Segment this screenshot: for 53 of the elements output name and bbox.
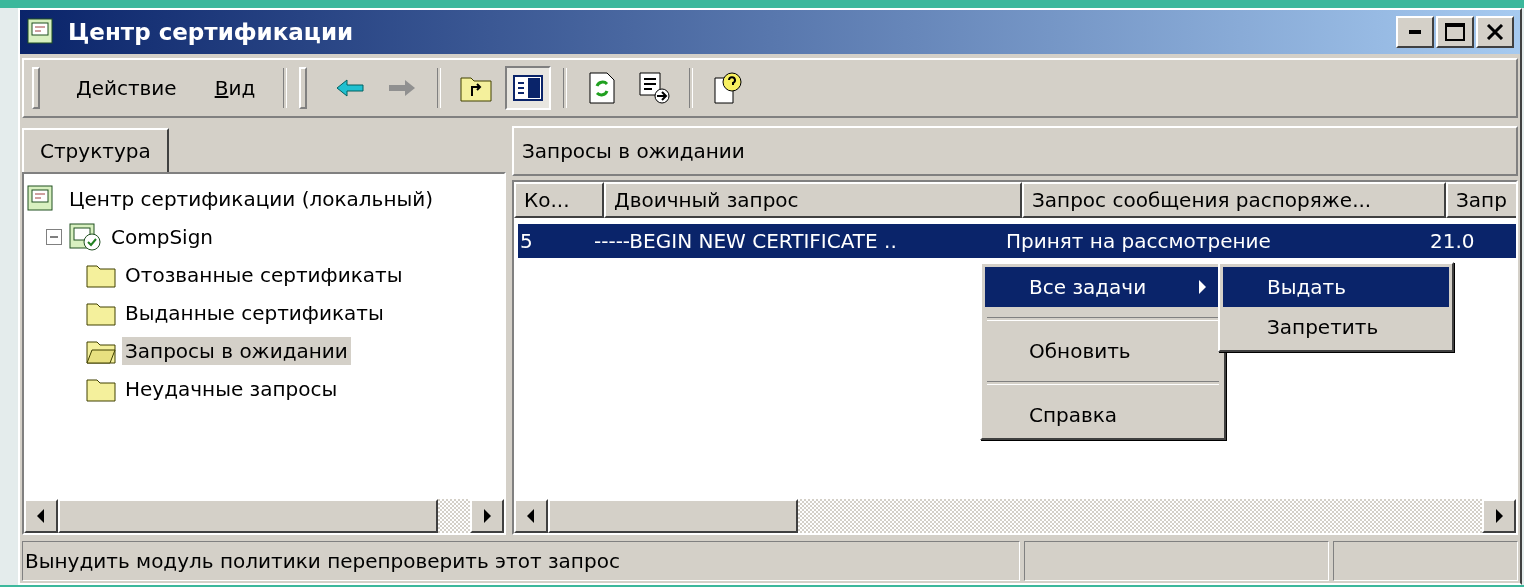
menu-item[interactable]: Действие [60, 72, 193, 104]
toolbar-grip[interactable] [299, 67, 308, 109]
table-cell: 21.0 [1416, 224, 1516, 258]
status-text: Вынудить модуль политики перепроверить этот запрос [25, 549, 620, 573]
minimize-icon [1409, 30, 1421, 34]
menu-item[interactable]: Вид [198, 72, 272, 104]
tree-item[interactable]: Отозванные сертификаты [122, 261, 406, 289]
scroll-left-icon [526, 509, 536, 523]
open-folder-icon [86, 338, 116, 364]
menu-item[interactable]: Запретить [1223, 307, 1449, 347]
pane-toggle-icon [513, 75, 544, 101]
column-header[interactable]: Запрос сообщения распоряже... [1022, 182, 1446, 218]
column-header[interactable]: Ко... [514, 182, 604, 218]
close-button[interactable] [1476, 16, 1514, 48]
tree-item[interactable]: Запросы в ожидании [122, 337, 351, 365]
refresh-icon [588, 72, 617, 104]
menu-item[interactable]: Обновить [985, 331, 1221, 371]
tree-item[interactable]: Выданные сертификаты [122, 299, 387, 327]
tab[interactable]: Структура [22, 128, 169, 174]
export-list-icon [638, 72, 671, 104]
scroll-right-icon [482, 509, 492, 523]
menu-item[interactable]: Выдать [1223, 267, 1449, 307]
toolbar-button[interactable] [505, 66, 552, 110]
table-cell: -----BEGIN NEW CERTIFICATE .. [574, 224, 992, 258]
folder-icon [86, 262, 116, 288]
tree-item[interactable]: CompSign [108, 223, 216, 251]
submenu-arrow-icon [1197, 280, 1207, 294]
window-title: Центр сертификации [68, 19, 354, 45]
close-icon [1486, 24, 1504, 40]
maximize-button[interactable] [1436, 16, 1474, 48]
help-icon [713, 72, 744, 104]
pane-title: Запросы в ожидании [522, 139, 745, 163]
column-header[interactable]: Запр [1446, 182, 1516, 218]
tree-item[interactable]: Центр сертификации (локальный) [66, 185, 437, 213]
menu-item[interactable]: Все задачи [985, 267, 1221, 307]
maximize-icon [1445, 23, 1465, 41]
minimize-button[interactable] [1396, 16, 1434, 48]
server-check-icon [68, 222, 102, 252]
collapse-icon[interactable] [46, 229, 62, 245]
toolbar-grip[interactable] [32, 67, 40, 109]
up-folder-icon [460, 74, 493, 102]
scroll-left-icon [36, 509, 46, 523]
horizontal-scrollbar[interactable] [24, 499, 504, 533]
column-header[interactable]: Двоичный запрос [604, 182, 1022, 218]
table-cell: Принят на рассмотрение [992, 224, 1416, 258]
tree-item[interactable]: Неудачные запросы [122, 375, 341, 403]
horizontal-scrollbar[interactable] [514, 499, 1516, 533]
folder-icon [86, 376, 116, 402]
scroll-right-icon [1494, 509, 1504, 523]
back-arrow-icon [335, 78, 366, 98]
menu-item[interactable]: Справка [985, 395, 1221, 435]
folder-icon [86, 300, 116, 326]
table-cell: 5 [518, 224, 574, 258]
